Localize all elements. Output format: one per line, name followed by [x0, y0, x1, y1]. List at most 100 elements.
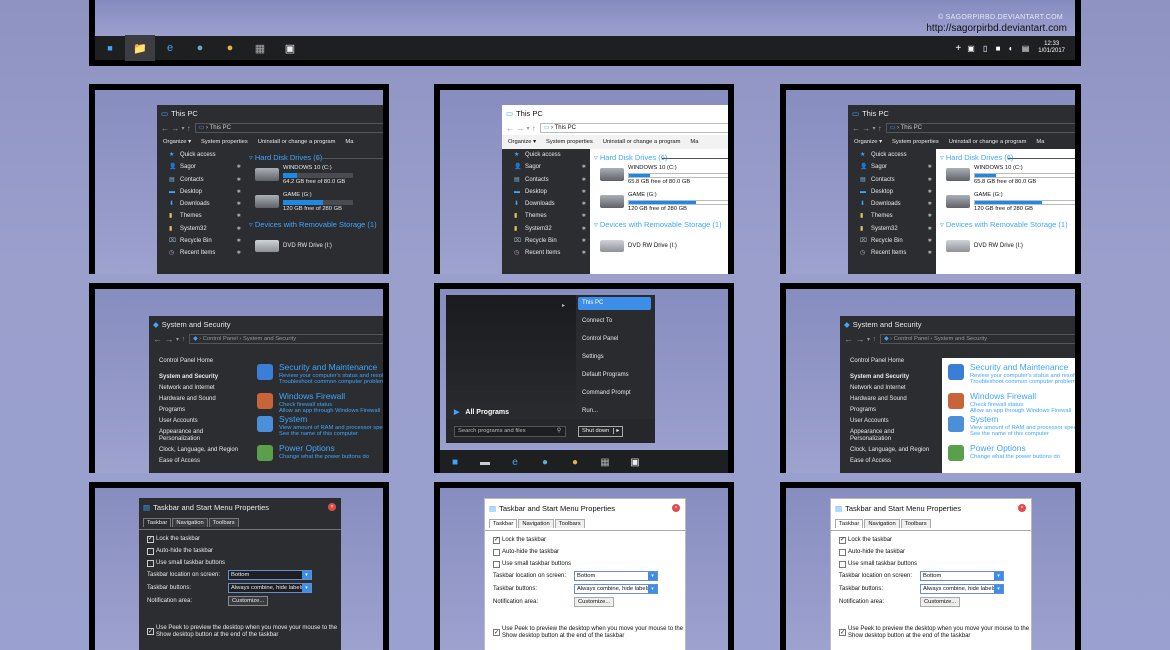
checkbox-autohide[interactable]: Auto-hide the taskbar — [839, 546, 1023, 558]
pin-icon[interactable]: ✱ — [928, 161, 932, 173]
sidebar-item-quick-access[interactable]: ★ Quick access — [157, 149, 245, 161]
forward-icon[interactable]: → — [516, 124, 524, 133]
taskbar-properties-dialog[interactable]: ▤ Taskbar and Start Menu Properties × Ta… — [139, 498, 341, 650]
checkbox-small[interactable]: Use small taskbar buttons — [839, 558, 1023, 570]
all-programs-button[interactable]: ▶ All Programs — [454, 408, 509, 416]
cp-sidebar-link-0[interactable]: Control Panel Home — [850, 358, 950, 365]
cp-sidebar-link-6[interactable]: Appearance and Personalization — [159, 429, 229, 443]
cp-sidebar-link-2[interactable]: Network and Internet — [159, 385, 259, 392]
back-icon[interactable]: ← — [852, 124, 860, 133]
drive-tile[interactable]: WINDOWS 10 (C:) 64.2 GB free of 80.0 GB — [255, 165, 383, 185]
tab-navigation[interactable]: Navigation — [864, 519, 900, 528]
cp-category-title[interactable]: Windows Firewall — [279, 391, 380, 401]
pin-icon[interactable]: ✱ — [928, 174, 932, 186]
breadcrumb-leaf[interactable]: System and Security — [243, 336, 296, 342]
close-icon[interactable]: × — [328, 503, 336, 511]
dvd-drive-tile[interactable]: DVD RW Drive (I:) — [946, 240, 1023, 252]
pin-icon[interactable]: ✱ — [237, 186, 241, 198]
sidebar-item-desktop[interactable]: ▬ Desktop ✱ — [157, 186, 245, 198]
checkbox-box[interactable]: ✓ — [147, 628, 154, 635]
pin-icon[interactable]: ✱ — [582, 174, 586, 186]
checkbox-box[interactable] — [839, 548, 846, 556]
breadcrumb-root[interactable]: Control Panel — [894, 336, 929, 342]
customize-button[interactable]: Customize... — [920, 597, 961, 607]
cp-category-title[interactable]: Power Options — [970, 443, 1060, 453]
chevron-down-icon[interactable]: ▾ — [302, 584, 311, 592]
command-1[interactable]: System properties — [201, 139, 248, 145]
chevron-down-icon[interactable]: ▾ — [176, 336, 179, 343]
cp-sidebar-link-0[interactable]: Control Panel Home — [159, 358, 259, 365]
chevron-down-icon[interactable]: ▾ — [994, 585, 1003, 593]
drive-tile[interactable]: WINDOWS 10 (C:) 65.8 GB free of 80.0 GB — [600, 165, 728, 185]
cp-category-link-2[interactable]: Troubleshoot common computer problems — [970, 379, 1075, 385]
address-bar[interactable]: ◆ › Control Panel › System and Security — [189, 334, 383, 344]
tab-toolbars[interactable]: Toolbars — [208, 518, 239, 527]
pin-icon[interactable]: ✱ — [582, 223, 586, 235]
checkbox-box[interactable] — [493, 560, 500, 568]
dvd-drive-tile[interactable]: DVD RW Drive (I:) — [600, 240, 677, 252]
explorer-window[interactable]: ▭ This PC ← → ▾ ↑ ▭ › This PC Organize ▾… — [502, 105, 728, 274]
up-icon[interactable]: ↑ — [873, 336, 877, 343]
address-bar[interactable]: ◆ › Control Panel › System and Security — [880, 334, 1075, 344]
chevron-down-icon[interactable]: ▾ — [872, 125, 875, 132]
pin-icon[interactable]: ✱ — [582, 210, 586, 222]
cp-category-title[interactable]: Windows Firewall — [970, 391, 1071, 401]
checkbox-box[interactable]: ✓ — [839, 536, 846, 544]
start-button[interactable]: ■ — [95, 35, 125, 61]
cp-sidebar-link-2[interactable]: Network and Internet — [850, 385, 950, 392]
checkbox-peek[interactable]: ✓ Use Peek to preview the desktop when yo… — [147, 625, 337, 638]
pin-icon[interactable]: ✱ — [582, 198, 586, 210]
checkbox-box[interactable]: ✓ — [493, 536, 500, 544]
shutdown-arrow-icon[interactable]: ▸ — [613, 428, 620, 434]
pin-icon[interactable]: ✱ — [237, 223, 241, 235]
sidebar-item-downloads[interactable]: ⬇ Downloads ✱ — [848, 198, 936, 210]
command-2[interactable]: Uninstall or change a program — [949, 139, 1027, 145]
cp-sidebar-link-5[interactable]: User Accounts — [159, 418, 259, 425]
cp-category-title[interactable]: System — [279, 414, 383, 424]
sidebar-item-themes[interactable]: ▮ Themes ✱ — [157, 210, 245, 222]
checkbox-lock[interactable]: ✓ Lock the taskbar — [147, 533, 333, 545]
media-icon[interactable]: ● — [185, 35, 215, 61]
cp-category-link[interactable]: Change what the power buttons do — [279, 454, 369, 460]
section-hard-disk-drives[interactable]: ▿ Hard Disk Drives (6) — [940, 153, 1013, 162]
cp-category-title[interactable]: Security and Maintenance — [279, 362, 383, 372]
tray-plus[interactable]: + — [955, 43, 961, 54]
tab-taskbar[interactable]: Taskbar — [835, 519, 864, 528]
command-1[interactable]: System properties — [546, 139, 593, 145]
address-bar[interactable]: ▭ › This PC — [885, 123, 1075, 133]
chevron-down-icon[interactable]: ▾ — [648, 585, 657, 593]
network-icon[interactable]: ▦ — [590, 457, 620, 468]
chevron-down-icon[interactable]: ▾ — [994, 572, 1003, 580]
sidebar-item-downloads[interactable]: ⬇ Downloads ✱ — [157, 198, 245, 210]
checkbox-box[interactable] — [493, 548, 500, 556]
sidebar-item-recent-items[interactable]: ◷ Recent Items ✱ — [848, 247, 936, 259]
section-removable-storage[interactable]: ▿ Devices with Removable Storage (1) — [249, 220, 377, 229]
up-icon[interactable]: ↑ — [182, 336, 186, 343]
dropdown-location[interactable]: Bottom ▾ — [920, 571, 1004, 581]
pin-icon[interactable]: ✱ — [582, 186, 586, 198]
pin-icon[interactable]: ✱ — [237, 235, 241, 247]
cp-category-link-2[interactable]: Troubleshoot common computer problems — [279, 379, 383, 385]
control-panel-window[interactable]: ◆ System and Security ← → ▾ ↑ ◆ › Contro… — [840, 316, 1075, 473]
up-icon[interactable]: ↑ — [532, 124, 536, 133]
start-menu-item-this-pc[interactable]: This PC — [578, 297, 651, 310]
chevron-down-icon[interactable]: ▾ — [526, 125, 529, 132]
tray-icons[interactable]: ▣ ▯ ■ ◐ ▤ — [967, 44, 1032, 53]
dropdown-buttons[interactable]: Always combine, hide labels ▾ — [920, 584, 1004, 594]
cp-category-link-2[interactable]: See the name of this computer — [970, 431, 1075, 437]
pin-icon[interactable]: ✱ — [928, 235, 932, 247]
start-menu-item-control-panel[interactable]: Control Panel — [578, 333, 651, 346]
back-icon[interactable]: ← — [506, 124, 514, 133]
sidebar-item-downloads[interactable]: ⬇ Downloads ✱ — [502, 198, 590, 210]
up-icon[interactable]: ↑ — [878, 124, 882, 133]
address-bar[interactable]: ▭ › This PC — [539, 123, 728, 133]
explorer-window[interactable]: ▭ This PC ← → ▾ ↑ ▭ › This PC Organize ▾… — [848, 105, 1075, 274]
pin-icon[interactable]: ✱ — [928, 223, 932, 235]
cp-sidebar-link-1[interactable]: System and Security — [850, 374, 950, 381]
cp-sidebar-link-8[interactable]: Ease of Access — [159, 458, 259, 465]
pin-icon[interactable]: ✱ — [237, 174, 241, 186]
cp-sidebar-link-1[interactable]: System and Security — [159, 374, 259, 381]
taskbar-properties-dialog[interactable]: ▤ Taskbar and Start Menu Properties × Ta… — [830, 498, 1032, 650]
sidebar-item-sagor[interactable]: 👤 Sagor ✱ — [848, 161, 936, 173]
up-icon[interactable]: ↑ — [187, 124, 191, 133]
